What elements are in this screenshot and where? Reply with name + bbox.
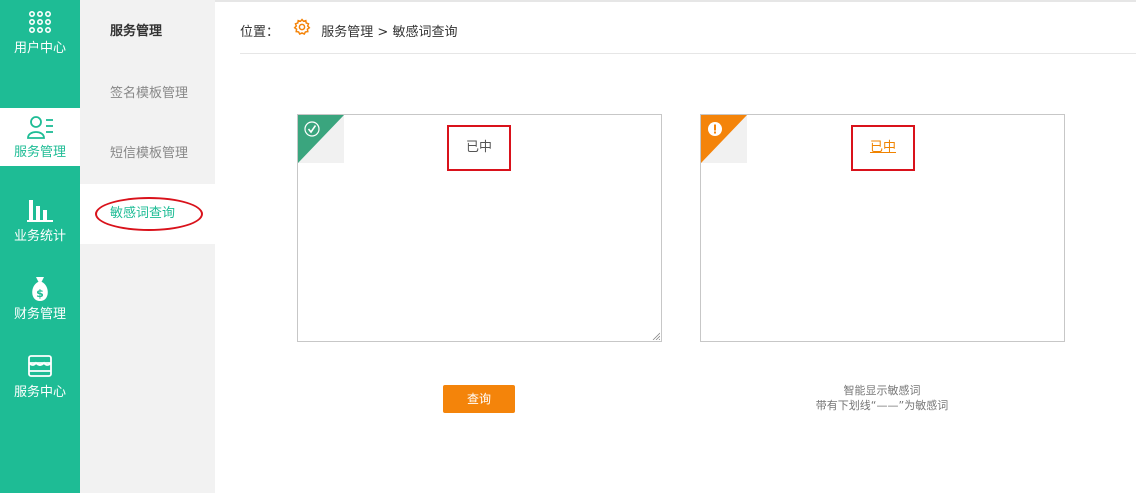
result-text: 已中 — [869, 140, 896, 155]
nav-label: 业务统计 — [13, 229, 66, 244]
input-textarea[interactable]: 已中 — [297, 114, 662, 342]
sub-menu: 服务管理 签名模板管理 短信模板管理 敏感词查询 — [80, 0, 215, 493]
hint-text: 智能显示敏感词 带有下划线“——”为敏感词 — [782, 383, 982, 413]
hint-line-2: 带有下划线“——”为敏感词 — [815, 399, 949, 412]
user-list-icon — [27, 116, 53, 139]
nav-label: 财务管理 — [13, 307, 66, 322]
submenu-item-signature-templates[interactable]: 签名模板管理 — [80, 64, 215, 124]
submenu-item-sensitive-word-query[interactable]: 敏感词查询 — [80, 184, 215, 244]
nav-service-management[interactable]: 服务管理 — [0, 108, 80, 166]
input-text-highlight: 已中 — [447, 125, 511, 171]
input-text: 已中 — [465, 140, 492, 155]
resize-grip-icon[interactable] — [652, 332, 660, 340]
money-bag-icon: $ — [32, 277, 48, 301]
highlight-circle — [95, 197, 203, 231]
nav-business-stats[interactable]: 业务统计 — [0, 188, 80, 266]
nav-label: 服务管理 — [13, 145, 66, 160]
breadcrumb-prefix: 位置： — [240, 24, 280, 40]
check-icon — [298, 115, 344, 163]
nav-user-center[interactable]: 用户中心 — [0, 0, 80, 78]
bar-chart-icon — [27, 200, 53, 222]
nav-label: 用户中心 — [13, 41, 66, 56]
result-text-highlight: 已中 — [851, 125, 915, 171]
store-icon — [28, 355, 52, 377]
nav-label: 服务中心 — [13, 385, 66, 400]
query-button[interactable]: 查询 — [443, 385, 515, 413]
gear-icon — [293, 18, 311, 35]
nav-service-center[interactable]: 服务中心 — [0, 344, 80, 422]
header-divider — [240, 53, 1136, 54]
breadcrumb-path: 服务管理 > 敏感词查询 — [321, 24, 458, 40]
main-nav: 用户中心 服务管理 业务统计 $ 财务管理 服务中心 — [0, 0, 80, 493]
svg-text:$: $ — [36, 287, 44, 300]
breadcrumb: 位置： 服务管理 > 敏感词查询 — [240, 18, 457, 42]
warning-icon — [701, 115, 747, 163]
dots-grid-icon — [28, 10, 51, 33]
result-panel: 已中 — [700, 114, 1065, 342]
nav-finance-management[interactable]: $ 财务管理 — [0, 266, 80, 344]
submenu-title: 服务管理 — [110, 24, 163, 39]
hint-line-1: 智能显示敏感词 — [843, 384, 921, 397]
submenu-item-sms-templates[interactable]: 短信模板管理 — [80, 124, 215, 184]
